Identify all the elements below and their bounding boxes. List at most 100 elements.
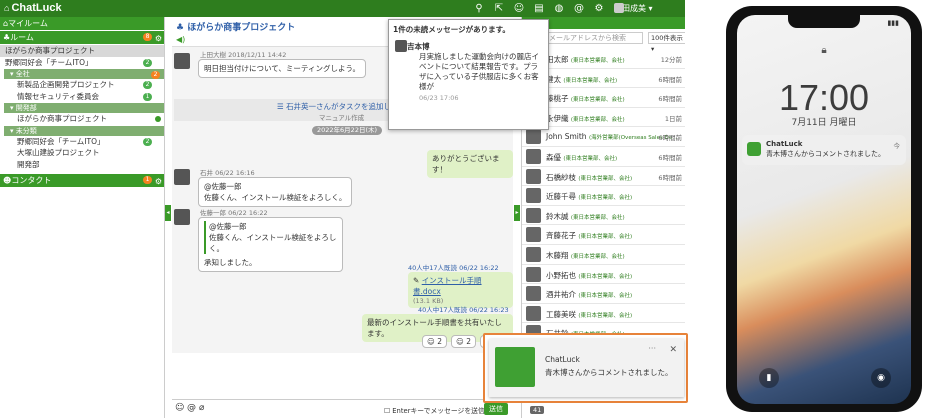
contact-row[interactable]: 近藤千尋 (東日本営業部、会社) [522,186,685,206]
emoji-icon[interactable]: ☺ [175,403,184,413]
contact-name-wrap: 斉藤花子 (東日本営業部、会社) [546,230,632,241]
room-item[interactable]: ほがらか商事プロジェクト [0,113,164,125]
popup-sender: 吉本博 [407,42,430,51]
contact-name: 田太郎 [546,55,569,64]
popup-time: 06/23 17:06 [419,94,459,102]
contact-row[interactable]: 酒井祐介 (東日本営業部、会社) [522,284,685,304]
compose-bar: ☺ @ ⌀ ☐ Enterキーでメッセージを送信 送信 [172,399,513,418]
collapse-right-handle[interactable]: ▸ [514,205,520,221]
contact-row[interactable]: 小野拓也 (東日本営業部、会社) [522,265,685,285]
contact-row[interactable]: 石橋紗枝 (東日本営業部、会社) 6時間前 [522,167,685,187]
camera-icon[interactable]: ◉ [871,368,891,388]
contact-row[interactable]: 木藤翔 (東日本営業部、会社) [522,245,685,265]
reaction-count: 2 [466,337,471,346]
room-item-label: 大塚山建設プロジェクト [17,148,100,157]
read-status[interactable]: 40人中17人既読 06/22 16:22 [408,262,513,272]
send-button[interactable]: 送信 [484,403,508,415]
group-header[interactable]: ▾ 全社 2 [4,69,164,79]
room-item-label: 開発部 [17,159,40,169]
avatar [526,129,541,145]
at-icon[interactable]: @ [573,2,585,14]
desktop-notification[interactable]: ChatLuck 青木博さんからコメントされました。 ··· ✕ [483,333,688,403]
paperclip-icon: ✎ [413,276,420,285]
contact-dept: (東日本営業部、会社) [563,155,618,162]
globe-icon[interactable]: ◍ [553,2,565,14]
myroom-header[interactable]: ⌂マイルーム [0,17,164,30]
contact-time: 6時間前 [658,75,682,84]
contact-row[interactable]: 鈴木誠 (東日本営業部、会社) [522,206,685,226]
contact-row[interactable]: John Smith (海外営業部(Overseas Sales De... 6時… [522,127,685,147]
chatluck-logo-icon [495,347,535,387]
chat-icon[interactable]: ▤ [533,2,545,14]
contact-row[interactable]: 工藤美咲 (東日本営業部、会社) [522,304,685,324]
contact-name-wrap: 酒井祐介 (東日本営業部、会社) [546,289,632,300]
more-icon[interactable]: ··· [648,344,656,353]
message: 石井 06/22 16:16 @佐藤一郎 佐藤くん、インストール検証をよろしく。 [174,167,353,207]
contact-row[interactable]: 森優 (東日本営業部、会社) 6時間前 [522,147,685,167]
avatar [395,40,407,52]
room-item[interactable]: 情報セキュリティ委員会 1 [0,91,164,103]
room-header[interactable]: ♣ルーム 8 ⚙ [0,31,164,44]
unread-popup[interactable]: 1件の未読メッセージがあります。 吉本博 月実施しました運動会向けの麗店イベント… [388,19,549,130]
avatar [526,305,541,321]
contact-row[interactable]: 斉藤花子 (東日本営業部、会社) [522,225,685,245]
contact-time: 6時間前 [658,173,682,182]
at-icon[interactable]: @ [187,403,196,413]
enter-to-send[interactable]: ☐ Enterキーでメッセージを送信 [384,405,485,415]
collapse-left-handle[interactable]: ◂ [165,205,171,221]
read-status[interactable]: 40人中17人既読 06/22 16:23 [418,304,513,314]
contact-dept: (東日本営業部、会社) [570,253,625,260]
per-page-select[interactable]: 100件表示 ▾ [648,32,685,53]
avatar [174,53,190,69]
status-dot [155,116,161,122]
close-icon[interactable]: ✕ [669,345,677,355]
contact-dept: (東日本営業部、会社) [570,97,625,104]
reaction-chip[interactable]: ☺ 2 [422,335,447,348]
room-badge: 8 [143,33,152,41]
contacts-icon[interactable]: ☺ [513,2,525,14]
avatar [526,188,541,204]
gear-icon[interactable]: ⚙ [155,175,162,188]
room-item[interactable]: ほがらか商事プロジェクト [0,45,164,57]
reaction-chip[interactable]: ☺ 2 [450,335,476,348]
contact-time: 1日前 [664,114,682,123]
phone-lock-screen: ▮▮▮ 🔒︎ 17:00 7月11日 月曜日 ChatLuck 青木博さんからコ… [737,15,911,404]
attach-icon[interactable]: ⌀ [199,403,204,413]
export-icon[interactable]: ⇱ [493,2,505,14]
chevron-down-icon: ▾ [648,4,653,13]
room-item[interactable]: 大塚山建設プロジェクト [0,147,164,159]
room-item[interactable]: 野郷同好会「チームITO」 2 [0,136,164,148]
room-label: ルーム [10,33,34,42]
room-item[interactable]: 新製品企画開発プロジェクト 2 [0,79,164,91]
contact-name-wrap: 健太 (東日本営業部、会社) [546,74,617,85]
contact-dept: (東日本営業部、会社) [578,293,633,300]
group-header[interactable]: ▾ 開発部 [4,103,164,113]
app-logo[interactable]: ⌂ ChatLuck [4,2,64,14]
room-icon: ♣ [176,23,185,33]
user-menu[interactable]: 太田成美 ▾ [614,3,653,14]
file-name[interactable]: インストール手順書.docx [413,276,482,296]
room-item[interactable]: 野郷同好会「チームITO」 2 [0,57,164,69]
search-input[interactable]: メールアドレスから検索 [545,32,643,44]
message: ありがとうございます！ [427,150,513,178]
room-item[interactable]: 開発部 [0,159,164,171]
phone-notification[interactable]: ChatLuck 青木博さんからコメントされました。 今 [742,135,906,165]
message-text: 明日担当付けについて、ミーティングしよう。 [198,59,366,78]
avatar [526,168,541,184]
message-meta: 佐藤一郎 06/22 16:22 [200,209,268,217]
popup-text: 月実施しました運動会向けの麗店イベントについて結果報告です。プラザに入っている子… [419,52,539,91]
contact-header[interactable]: ☻コンタクト 1 ⚙ [0,174,164,187]
myroom-label: マイルーム [8,19,48,28]
room-item-label: 野郷同好会「チームITO」 [5,57,93,67]
date-separator: 2022年6月22日(木) [312,126,383,135]
group-header[interactable]: ▾ 未分類 [4,125,164,136]
avatar [526,148,541,164]
per-page-value: 100件表示 [651,34,683,42]
flashlight-icon[interactable]: ▮ [759,368,779,388]
contact-name: 永伊織 [546,113,569,123]
search-icon[interactable]: ⚲ [473,2,485,14]
settings-icon[interactable]: ⚙ [593,2,605,14]
contact-name-wrap: 鈴木誠 (東日本営業部、会社) [546,211,625,222]
gear-icon[interactable]: ⚙ [155,32,162,45]
file-attachment[interactable]: ✎ インストール手順書.docx (13.1 KB) [408,272,513,308]
